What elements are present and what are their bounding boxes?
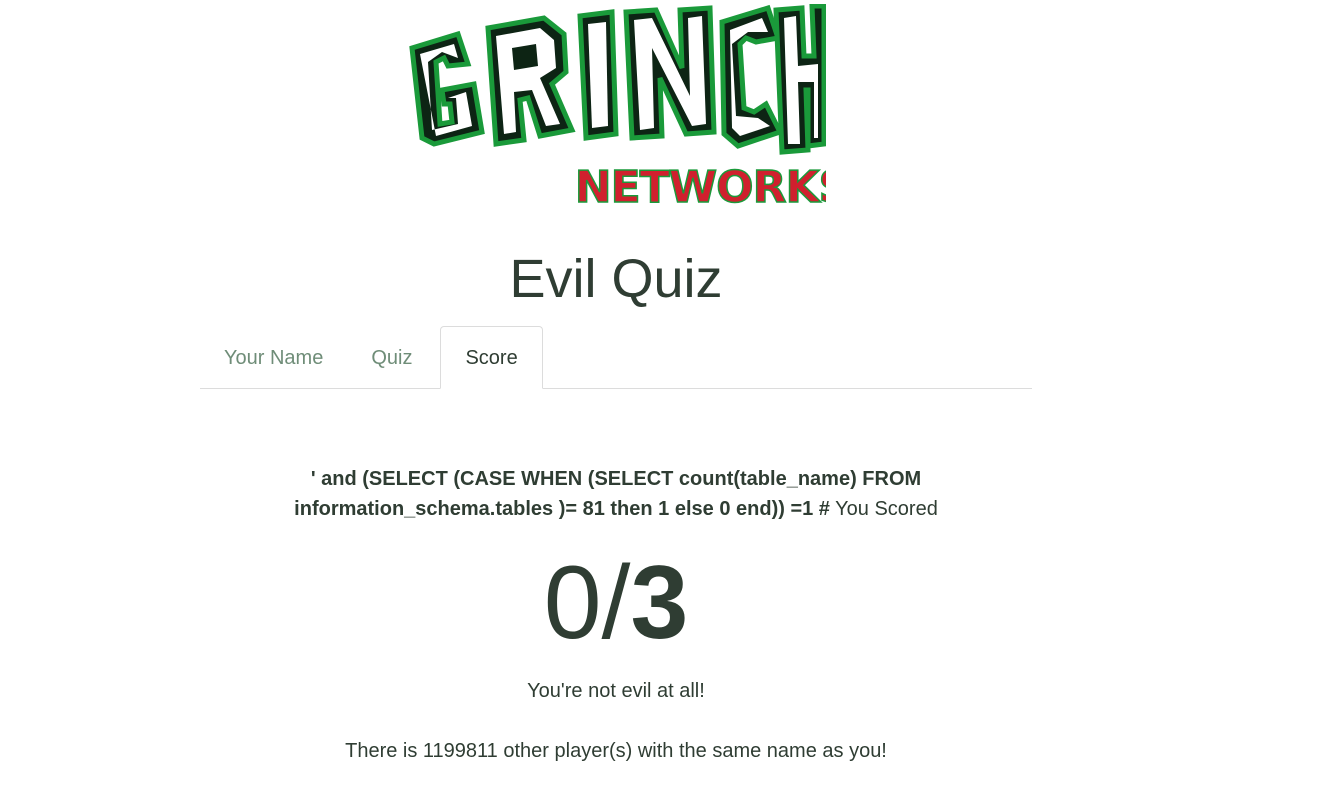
tab-score[interactable]: Score xyxy=(440,326,543,389)
tab-quiz[interactable]: Quiz xyxy=(347,327,436,388)
player-name: ' and (SELECT (CASE WHEN (SELECT count(t… xyxy=(294,468,922,520)
score-heading: ' and (SELECT (CASE WHEN (SELECT count(t… xyxy=(240,464,992,524)
logo-networks-text: NETWORKS xyxy=(575,162,826,208)
tab-your-name[interactable]: Your Name xyxy=(200,327,347,388)
score-display: 0/3 xyxy=(0,548,1232,658)
tab-bar: Your Name Quiz Score xyxy=(200,326,1032,389)
grinch-networks-logo: NETWORKS xyxy=(394,4,826,208)
page-title: Evil Quiz xyxy=(509,249,723,309)
score-denominator: 3 xyxy=(630,545,689,661)
score-separator: / xyxy=(601,545,631,661)
score-numerator: 0 xyxy=(543,545,602,661)
page: NETWORKS Evil Quiz Your Name Quiz Score … xyxy=(0,0,1331,804)
same-name-message: There is 1199811 other player(s) with th… xyxy=(345,740,887,762)
you-scored-label: You Scored xyxy=(835,498,938,520)
verdict-message: You're not evil at all! xyxy=(527,680,705,702)
